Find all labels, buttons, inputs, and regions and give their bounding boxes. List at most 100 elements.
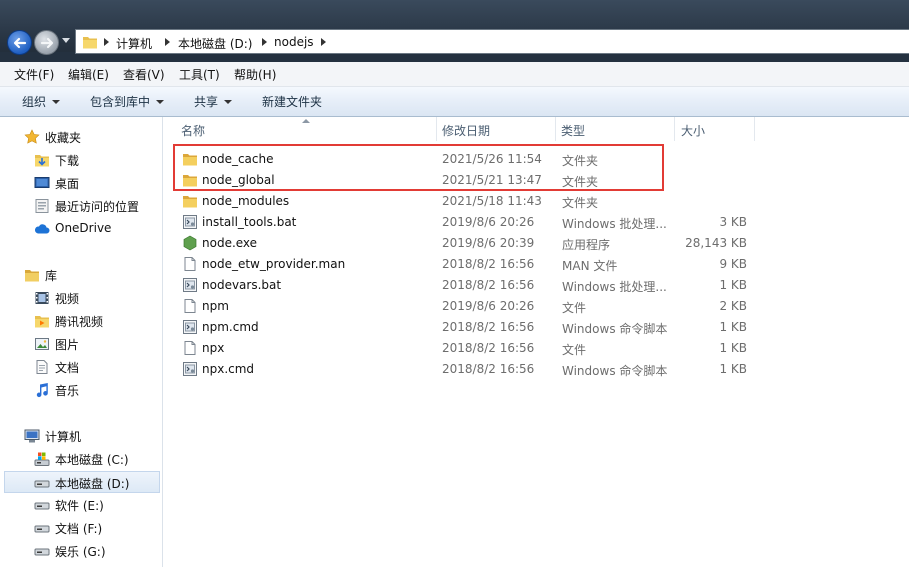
- file-row[interactable]: npm 2019/8/6 20:26 文件 2 KB: [163, 296, 909, 317]
- menu-help[interactable]: 帮助(H): [234, 66, 276, 83]
- nav-item-onedrive[interactable]: OneDrive: [0, 218, 162, 240]
- menu-tools[interactable]: 工具(T): [179, 66, 220, 83]
- nav-favorites[interactable]: 收藏夹: [0, 126, 162, 148]
- nav-item-drive-d[interactable]: 本地磁盘 (D:): [4, 471, 160, 493]
- video-icon: [35, 292, 49, 304]
- column-header-date[interactable]: 修改日期: [437, 117, 556, 141]
- file-modified-date: 2018/8/2 16:56: [442, 278, 535, 292]
- file-name: npx.cmd: [202, 362, 255, 376]
- documents-icon: [36, 360, 48, 374]
- menu-view[interactable]: 查看(V): [123, 66, 165, 83]
- file-type: Windows 批处理...: [562, 217, 667, 231]
- nav-item-drive-f[interactable]: 文档 (F:): [0, 517, 162, 539]
- nav-item-pictures[interactable]: 图片: [0, 333, 162, 355]
- file-row[interactable]: node_modules 2021/5/18 11:43 文件夹: [163, 191, 909, 212]
- share-label: 共享: [194, 95, 219, 109]
- nav-item-videos[interactable]: 视频: [0, 287, 162, 309]
- pictures-icon: [35, 338, 49, 350]
- star-icon: [24, 129, 40, 144]
- nav-item-tencent-video[interactable]: 腾讯视频: [0, 310, 162, 332]
- nav-computer[interactable]: 计算机: [0, 425, 162, 447]
- include-in-library-button[interactable]: 包含到库中: [90, 93, 165, 110]
- blank-file-icon: [182, 298, 198, 314]
- desktop-icon: [34, 177, 50, 188]
- file-row[interactable]: node_etw_provider.man 2018/8/2 16:56 MAN 文…: [163, 254, 909, 275]
- share-button[interactable]: 共享: [194, 93, 233, 110]
- file-name: npm.cmd: [202, 320, 259, 334]
- nav-item-music[interactable]: 音乐: [0, 379, 162, 401]
- column-header-name[interactable]: 名称: [163, 117, 437, 141]
- nav-libraries[interactable]: 库: [0, 264, 162, 286]
- nav-item-recent-places[interactable]: 最近访问的位置: [0, 195, 162, 217]
- recent-places-icon: [35, 199, 49, 213]
- batch-file-icon: [182, 361, 198, 377]
- menu-file[interactable]: 文件(F): [14, 66, 54, 83]
- nav-item-drive-e[interactable]: 软件 (E:): [0, 494, 162, 516]
- nav-item-label: 软件 (E:): [55, 499, 104, 513]
- file-row[interactable]: node_global 2021/5/21 13:47 文件夹: [163, 170, 909, 191]
- nav-item-documents[interactable]: 文档: [0, 356, 162, 378]
- file-modified-date: 2018/8/2 16:56: [442, 341, 535, 355]
- file-modified-date: 2021/5/21 13:47: [442, 173, 542, 187]
- breadcrumb-nodejs[interactable]: nodejs: [274, 35, 314, 49]
- file-name: npm: [202, 299, 229, 313]
- chevron-down-icon: [224, 100, 233, 104]
- file-row[interactable]: nodevars.bat 2018/8/2 16:56 Windows 批处理...…: [163, 275, 909, 296]
- file-row[interactable]: node.exe 2019/8/6 20:39 应用程序 28,143 KB: [163, 233, 909, 254]
- nav-computer-label: 计算机: [45, 430, 82, 444]
- nav-item-drive-c[interactable]: 本地磁盘 (C:): [0, 448, 162, 470]
- new-folder-button[interactable]: 新建文件夹: [262, 93, 322, 110]
- breadcrumb-separator[interactable]: [321, 38, 326, 46]
- navigation-pane: 收藏夹 下载 桌面 最近访问的位置 OneDrive 库 视频 腾讯视频 图片 …: [0, 117, 163, 567]
- file-type: 文件: [562, 343, 587, 357]
- column-header-size[interactable]: 大小: [675, 117, 755, 141]
- file-name: node_modules: [202, 194, 290, 208]
- arrow-right-icon: [40, 37, 54, 49]
- file-name: node_etw_provider.man: [202, 257, 346, 271]
- breadcrumb-separator[interactable]: [104, 38, 109, 46]
- nav-item-drive-g[interactable]: 娱乐 (G:): [0, 540, 162, 562]
- nav-item-desktop[interactable]: 桌面: [0, 172, 162, 194]
- breadcrumb-separator[interactable]: [165, 38, 170, 46]
- nav-item-label: 文档: [55, 361, 80, 375]
- nav-item-downloads[interactable]: 下载: [0, 149, 162, 171]
- column-header-type[interactable]: 类型: [556, 117, 675, 141]
- nav-item-label: 下载: [55, 154, 80, 168]
- file-row[interactable]: npx 2018/8/2 16:56 文件 1 KB: [163, 338, 909, 359]
- organize-button[interactable]: 组织: [22, 93, 61, 110]
- drive-icon: [34, 502, 50, 510]
- forward-button[interactable]: [34, 30, 59, 55]
- nav-libraries-label: 库: [45, 269, 58, 283]
- file-name: node_cache: [202, 152, 274, 166]
- file-type: 文件夹: [562, 196, 599, 210]
- breadcrumb-separator[interactable]: [262, 38, 267, 46]
- batch-file-icon: [182, 319, 198, 335]
- file-row[interactable]: npm.cmd 2018/8/2 16:56 Windows 命令脚本 1 KB: [163, 317, 909, 338]
- cloud-icon: [34, 224, 50, 234]
- column-header-label: 名称: [181, 124, 206, 138]
- menu-bar: 文件(F) 编辑(E) 查看(V) 工具(T) 帮助(H): [0, 62, 909, 87]
- file-row[interactable]: install_tools.bat 2019/8/6 20:26 Windows 批…: [163, 212, 909, 233]
- file-list: 名称 修改日期 类型 大小 node_cache 2021/5/26 11:54 文…: [163, 117, 909, 567]
- file-row[interactable]: node_cache 2021/5/26 11:54 文件夹: [163, 149, 909, 170]
- breadcrumb-drive-d[interactable]: 本地磁盘 (D:): [178, 35, 252, 52]
- file-name: npx: [202, 341, 225, 355]
- breadcrumb-computer[interactable]: 计算机: [116, 35, 152, 52]
- nav-item-label: 桌面: [55, 177, 80, 191]
- file-modified-date: 2018/8/2 16:56: [442, 362, 535, 376]
- file-row[interactable]: npx.cmd 2018/8/2 16:56 Windows 命令脚本 1 KB: [163, 359, 909, 380]
- nav-item-label: 图片: [55, 338, 80, 352]
- folder-icon: [182, 151, 198, 167]
- back-button[interactable]: [7, 30, 32, 55]
- chevron-down-icon: [156, 100, 165, 104]
- file-type: MAN 文件: [562, 259, 618, 273]
- file-type: Windows 命令脚本: [562, 364, 668, 378]
- recent-pages-dropdown[interactable]: [62, 38, 70, 43]
- file-modified-date: 2019/8/6 20:26: [442, 299, 535, 313]
- file-size: 3 KB: [719, 215, 747, 229]
- nav-item-label: 最近访问的位置: [55, 200, 140, 214]
- file-size: 1 KB: [719, 320, 747, 334]
- arrow-left-icon: [13, 37, 27, 49]
- menu-edit[interactable]: 编辑(E): [68, 66, 109, 83]
- address-bar[interactable]: 计算机 本地磁盘 (D:) nodejs: [75, 29, 909, 54]
